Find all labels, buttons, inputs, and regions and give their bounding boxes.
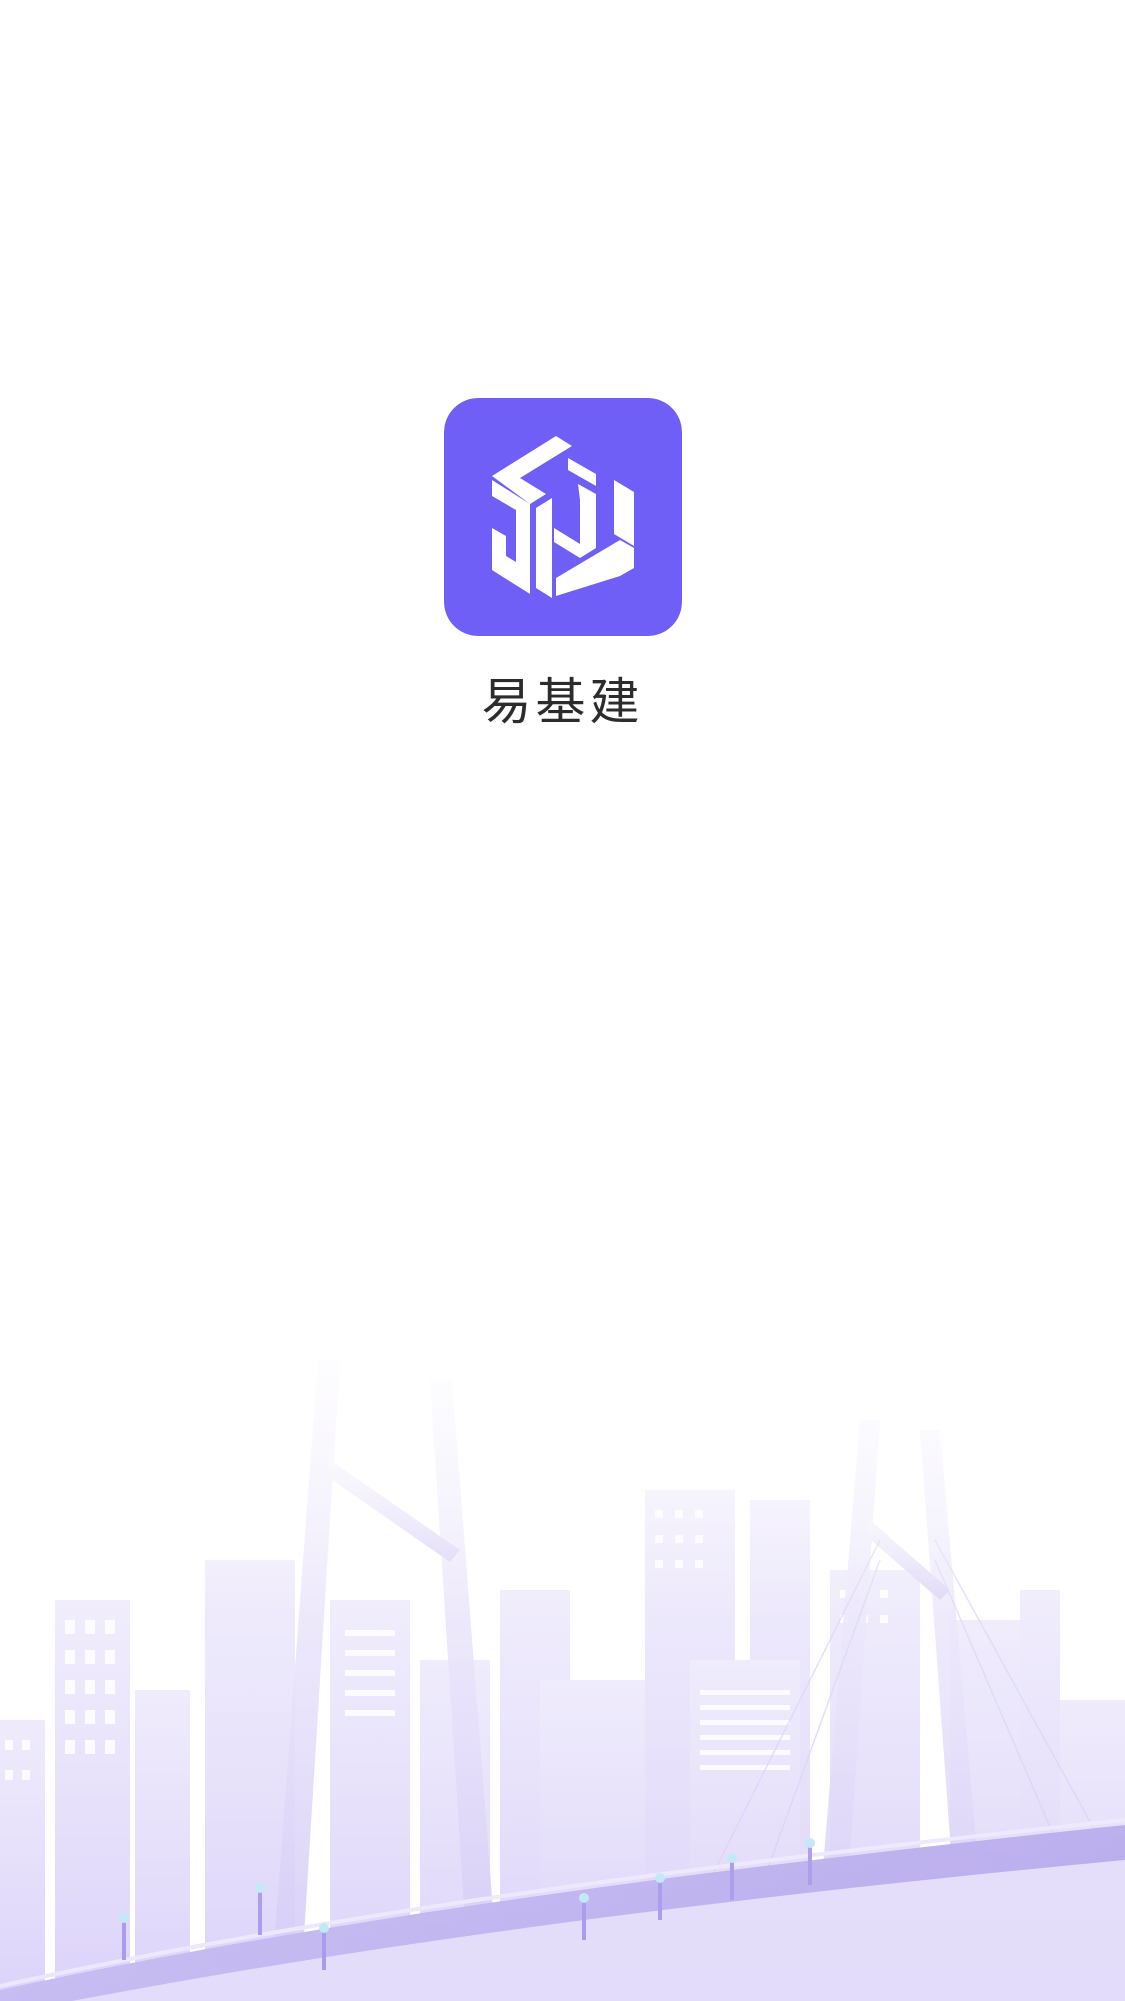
app-logo-block: 易基建 [0, 398, 1125, 734]
city-skyline-illustration [0, 1300, 1125, 2001]
app-name: 易基建 [481, 673, 644, 731]
app-logo-icon [443, 398, 682, 636]
splash-screen: 易基建 [0, 0, 1125, 2001]
